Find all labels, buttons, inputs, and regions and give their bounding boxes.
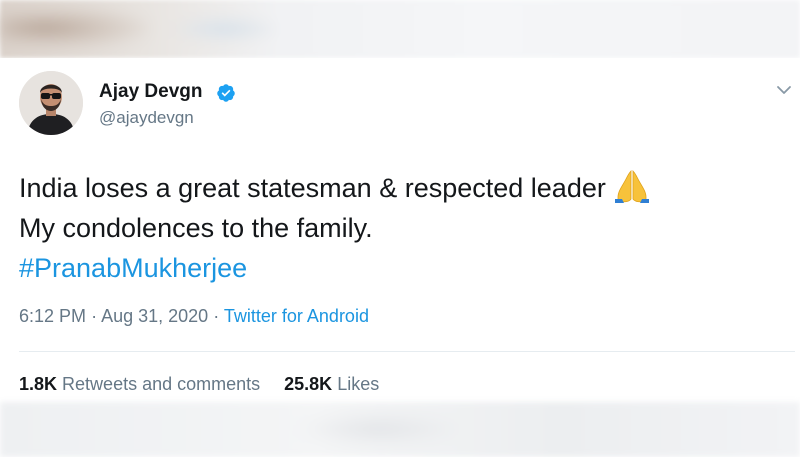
chevron-down-icon[interactable] <box>775 83 793 97</box>
tweet-line-1: India loses a great statesman & respecte… <box>19 168 779 208</box>
author-name[interactable]: Ajay Devgn <box>99 81 202 103</box>
likes-label: Likes <box>337 374 380 394</box>
meta-separator: · <box>213 306 220 326</box>
verified-badge-icon <box>216 83 236 103</box>
tweet-time[interactable]: 6:12 PM <box>19 306 86 326</box>
meta-separator: · <box>91 306 98 326</box>
divider <box>19 351 795 352</box>
retweets-count: 1.8K <box>19 374 58 394</box>
avatar[interactable] <box>19 71 83 135</box>
tweet-text: India loses a great statesman & respecte… <box>19 168 779 288</box>
tweet-line-2: My condolences to the family. <box>19 213 373 243</box>
tweet-date[interactable]: Aug 31, 2020 <box>101 306 208 326</box>
author-handle[interactable]: @ajaydevgn <box>99 108 194 128</box>
folded-hands-icon <box>612 169 652 203</box>
tweet-meta: 6:12 PM · Aug 31, 2020 · Twitter for And… <box>19 306 369 327</box>
likes-count: 25.8K <box>284 374 333 394</box>
blurred-footer-strip <box>0 402 800 457</box>
hashtag-link[interactable]: #PranabMukherjee <box>19 248 779 288</box>
tweet-screenshot: Ajay Devgn @ajaydevgn India loses a grea… <box>0 0 800 457</box>
retweets-stat[interactable]: 1.8K Retweets and comments <box>19 374 260 394</box>
blurred-header-strip <box>0 0 800 58</box>
retweets-label: Retweets and comments <box>62 374 261 394</box>
tweet-source-link[interactable]: Twitter for Android <box>224 306 369 326</box>
tweet-card[interactable]: Ajay Devgn @ajaydevgn India loses a grea… <box>0 58 800 402</box>
tweet-line-1-text: India loses a great statesman & respecte… <box>19 173 606 203</box>
avatar-image <box>19 71 83 135</box>
tweet-stats: 1.8K Retweets and comments 25.8K Likes <box>19 374 379 395</box>
likes-stat[interactable]: 25.8K Likes <box>284 374 379 394</box>
